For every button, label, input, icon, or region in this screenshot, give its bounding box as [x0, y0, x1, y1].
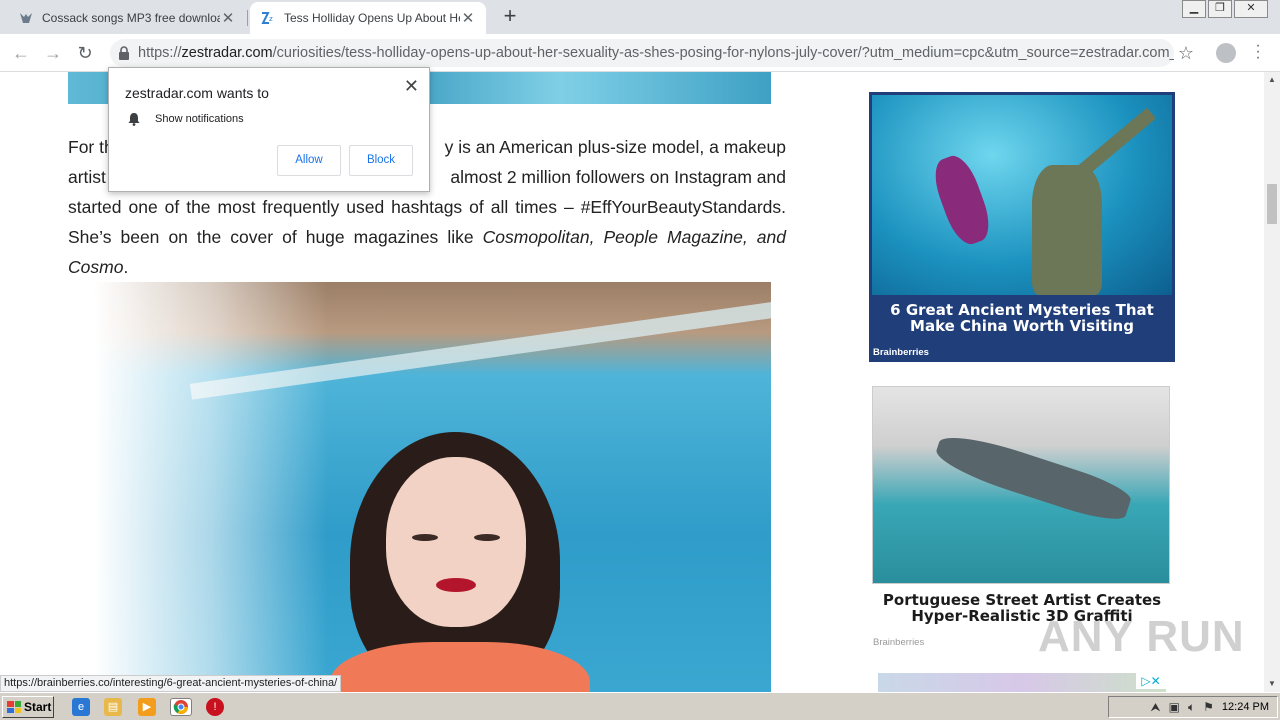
status-link-url: https://brainberries.co/interesting/6-gr… [0, 675, 342, 692]
volume-icon[interactable]: 🔈︎ [1188, 700, 1195, 715]
svg-text:z: z [269, 15, 273, 23]
close-window-button[interactable]: ✕ [1234, 0, 1268, 18]
network-icon[interactable]: ▣ [1169, 700, 1180, 714]
ad-image[interactable] [872, 95, 1172, 295]
block-button[interactable]: Block [349, 145, 413, 176]
tray-arrow-icon[interactable]: ⮝ [1150, 700, 1160, 715]
lock-icon[interactable] [110, 46, 138, 60]
bookmark-star-icon[interactable]: ☆ [1178, 43, 1194, 64]
adchoices-icon[interactable]: ▷✕ [1136, 673, 1166, 689]
tab-divider [247, 10, 248, 26]
article-text-fragment: artist [68, 167, 106, 187]
wolf-icon [18, 10, 34, 26]
close-tab-icon[interactable]: ✕ [460, 9, 476, 27]
scroll-up-icon[interactable]: ▲ [1264, 72, 1280, 88]
article-text-fragment: Cosmopolitan, People Magazine, and [482, 227, 786, 247]
internet-explorer-icon[interactable]: e [72, 698, 90, 716]
close-icon[interactable]: ✕ [404, 76, 419, 97]
ad-brand: Brainberries [873, 637, 925, 648]
ad-title[interactable]: 6 Great Ancient Mysteries That Make Chin… [869, 302, 1175, 334]
allow-button[interactable]: Allow [277, 145, 341, 176]
article-hero-image [68, 282, 771, 692]
tab-title: Cossack songs MP3 free download a [42, 11, 220, 25]
article-text-fragment: y is an American plus-size model, a make… [444, 137, 786, 157]
article-text-fragment: Cosmo [68, 257, 124, 277]
windows-taskbar: Start e ▤ ▶ ! ⮝ ▣ 🔈︎ ⚑ 12:24 PM [0, 692, 1280, 720]
start-button[interactable]: Start [2, 696, 54, 718]
security-app-icon[interactable]: ! [206, 698, 224, 716]
bell-icon [127, 112, 141, 126]
menu-dots-icon[interactable]: · · · [1254, 38, 1262, 66]
notification-permission-dialog: zestradar.com wants to ✕ Show notificati… [108, 67, 430, 192]
reload-button[interactable]: ↻ [72, 40, 98, 66]
article-text-fragment: She’s been on the cover of huge magazine… [68, 227, 483, 247]
article-text-fragment: For th [68, 137, 114, 157]
ad-brand: Brainberries [873, 347, 929, 358]
minimize-button[interactable]: ▁ [1182, 0, 1206, 18]
url-text: https://zestradar.com/curiosities/tess-h… [138, 45, 1174, 61]
article-text-fragment: started one of the most frequently used … [68, 197, 786, 217]
chrome-icon[interactable] [170, 698, 192, 716]
profile-avatar-icon[interactable] [1216, 43, 1236, 63]
ad-banner[interactable] [878, 673, 1166, 692]
article-text-fragment: . [123, 257, 129, 277]
scroll-down-icon[interactable]: ▼ [1264, 676, 1280, 692]
close-tab-icon[interactable]: ✕ [220, 9, 236, 27]
tab-tess-holliday[interactable]: z Tess Holliday Opens Up About Her S ✕ [250, 2, 486, 34]
dialog-title: zestradar.com wants to [125, 85, 269, 101]
restore-button[interactable]: ❐ [1208, 0, 1232, 18]
article-text-fragment: almost 2 million followers on Instagram … [450, 167, 786, 187]
ad-card[interactable]: 6 Great Ancient Mysteries That Make Chin… [869, 92, 1175, 362]
forward-button[interactable]: → [40, 40, 66, 66]
ad-card[interactable]: Portuguese Street Artist Creates Hyper-R… [869, 386, 1175, 648]
folder-icon[interactable]: ▤ [104, 698, 122, 716]
anyrun-watermark: ANY RUN [1038, 612, 1245, 661]
vertical-scrollbar[interactable]: ▲ ▼ [1264, 72, 1280, 692]
back-button[interactable]: ← [8, 40, 34, 66]
ad-image[interactable] [872, 386, 1170, 584]
media-player-icon[interactable]: ▶ [138, 698, 156, 716]
new-tab-button[interactable]: + [498, 5, 522, 29]
tab-cossack-songs[interactable]: Cossack songs MP3 free download a ✕ [8, 2, 246, 34]
zestradar-icon: z [260, 10, 276, 26]
scroll-thumb[interactable] [1267, 184, 1277, 224]
clock: 12:24 PM [1221, 701, 1269, 713]
tab-title: Tess Holliday Opens Up About Her S [284, 11, 460, 25]
windows-logo-icon [7, 701, 21, 713]
flag-icon[interactable]: ⚑ [1203, 700, 1214, 714]
permission-text: Show notifications [155, 113, 244, 125]
tab-strip: Cossack songs MP3 free download a ✕ z Te… [0, 0, 1280, 34]
system-tray: ⮝ ▣ 🔈︎ ⚑ 12:24 PM [1108, 696, 1278, 718]
start-label: Start [24, 700, 52, 714]
address-bar[interactable]: https://zestradar.com/curiosities/tess-h… [110, 39, 1174, 67]
